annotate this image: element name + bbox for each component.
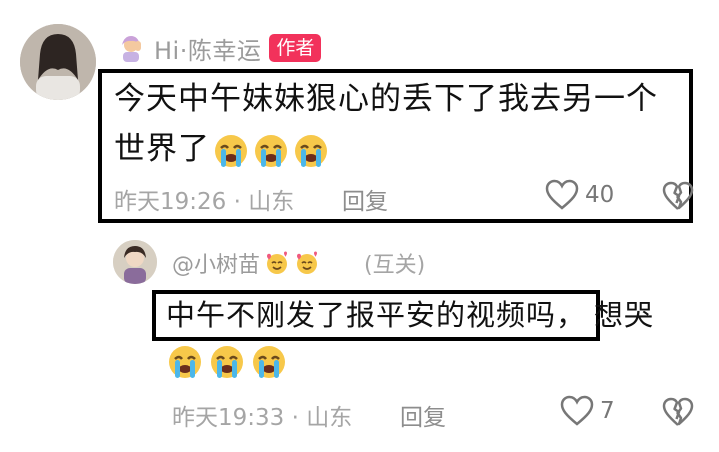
reply-comment-text[interactable]: 中午不刚发了报平安的视频吗， 想哭 — [166, 292, 686, 338]
broken-heart-icon — [662, 397, 694, 426]
avatar-main[interactable] — [20, 24, 96, 100]
reply-author-row: @小树苗 (互关) — [172, 246, 425, 280]
smiling-face-with-hearts-icon — [297, 251, 318, 274]
reply-comment-meta: 昨天19:33 · 山东 — [172, 405, 353, 431]
loudly-crying-face-icon — [169, 346, 201, 378]
loudly-crying-face-icon — [253, 346, 285, 378]
mutual-follow-label: (互关) — [364, 253, 426, 278]
main-like-count: 40 — [585, 182, 615, 208]
heart-outline-icon — [545, 179, 579, 210]
main-like-button[interactable]: 40 — [545, 179, 614, 211]
loudly-crying-face-icon — [295, 134, 327, 167]
smiling-face-with-hearts-icon — [267, 251, 288, 274]
reply-reply-button[interactable]: 回复 — [400, 398, 446, 432]
reply-crying-emoji-group — [166, 343, 288, 381]
loudly-crying-face-icon — [255, 134, 287, 167]
main-comment-meta: 昨天19:26 · 山东 — [114, 189, 295, 215]
reply-dislike-button[interactable] — [662, 397, 694, 431]
avatar-reply[interactable] — [113, 240, 157, 284]
main-author-row: Hi·陈幸运 作者 — [116, 31, 322, 66]
main-comment-text[interactable]: 今天中午妹妹狠心的丢下了我去另一个世界了 — [114, 74, 679, 174]
main-dislike-button[interactable] — [662, 181, 694, 215]
reply-like-count: 7 — [600, 398, 615, 424]
reply-like-button[interactable]: 7 — [560, 395, 615, 427]
main-comment-body: 今天中午妹妹狠心的丢下了我去另一个世界了 — [114, 81, 658, 167]
main-author-name[interactable]: Hi·陈幸运 — [154, 31, 261, 66]
loudly-crying-face-icon — [215, 134, 247, 167]
crying-emoji-group — [212, 132, 330, 170]
broken-heart-icon — [662, 181, 694, 210]
heart-outline-icon — [560, 395, 594, 426]
author-emoji-icon — [116, 33, 146, 63]
author-badge: 作者 — [269, 34, 322, 62]
loudly-crying-face-icon — [211, 346, 243, 378]
reply-text-rest: 想哭 — [594, 298, 655, 332]
main-reply-button[interactable]: 回复 — [342, 182, 388, 216]
reply-author-name[interactable]: @小树苗 — [172, 247, 260, 279]
reply-text-boxed: 中午不刚发了报平安的视频吗， — [166, 298, 587, 332]
